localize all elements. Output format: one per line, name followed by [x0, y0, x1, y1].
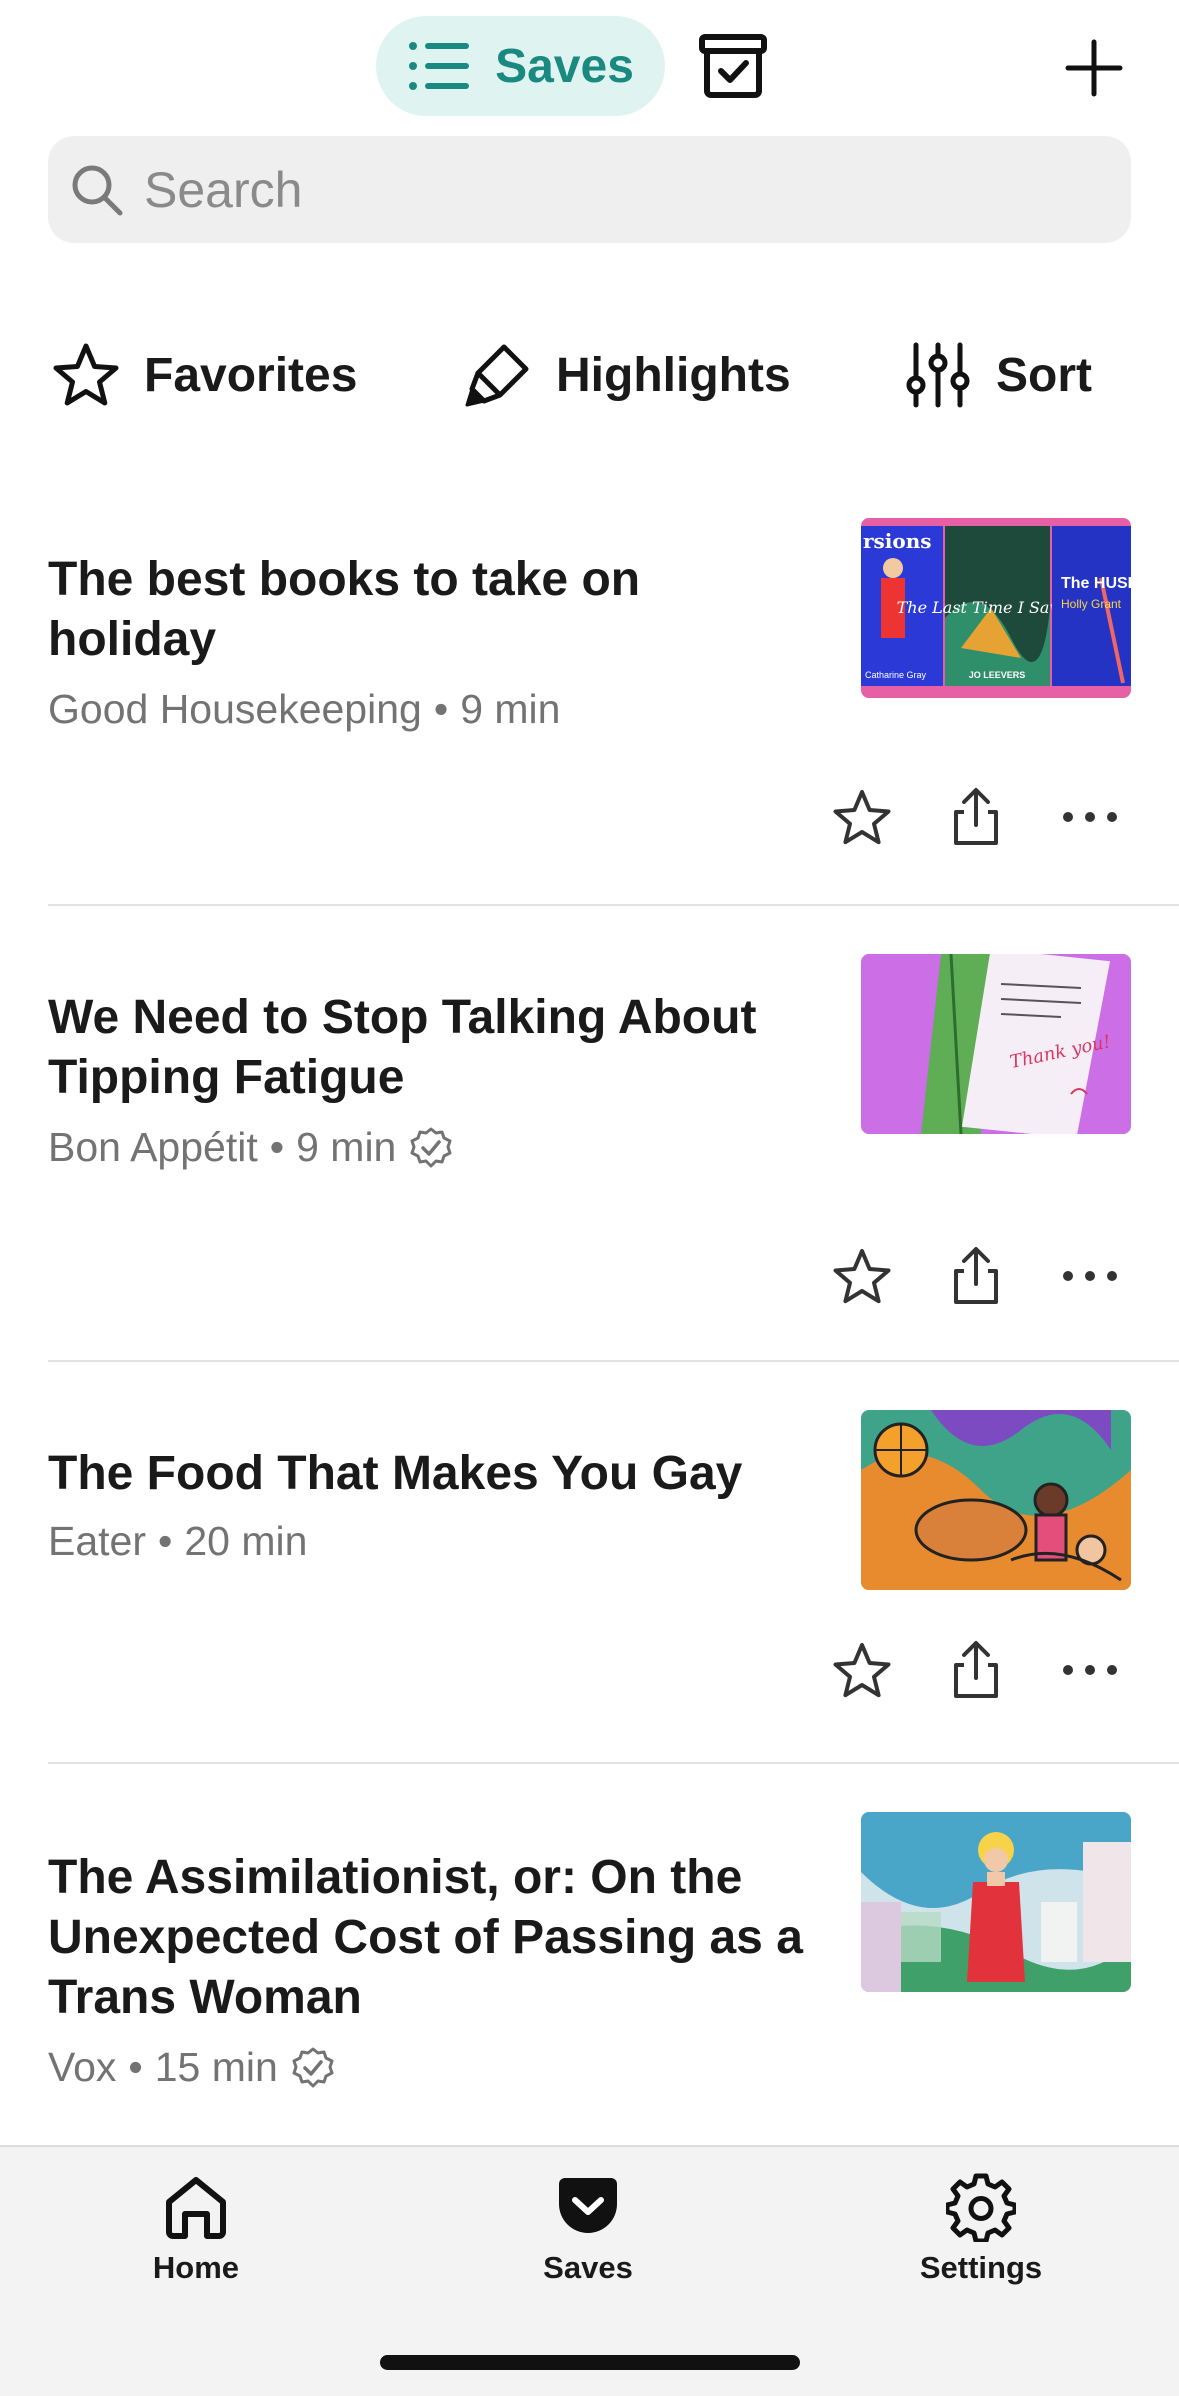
article-meta: Bon Appétit • 9 min — [48, 1124, 454, 1171]
article-title[interactable]: We Need to Stop Talking About Tipping Fa… — [48, 988, 808, 1108]
nav-settings[interactable]: Settings — [881, 2172, 1081, 2286]
favorites-filter[interactable]: Favorites — [52, 330, 357, 420]
nav-home-label: Home — [152, 2250, 240, 2285]
sliders-icon — [906, 342, 970, 408]
article-read-time: 20 min — [184, 1518, 308, 1564]
more-button[interactable] — [1058, 1638, 1122, 1702]
share-icon — [954, 788, 998, 845]
search-bar[interactable] — [48, 136, 1131, 243]
article-title[interactable]: The best books to take on holiday — [48, 550, 808, 670]
highlights-filter[interactable]: Highlights — [464, 330, 791, 420]
nav-home[interactable]: Home — [96, 2172, 296, 2286]
divider — [48, 904, 1179, 906]
star-icon — [833, 1643, 891, 1698]
search-icon — [72, 165, 123, 215]
article-meta: Good Housekeeping • 9 min — [48, 686, 560, 733]
meta-separator: • — [128, 2044, 143, 2090]
book-cover-text: The HUSBAN — [1061, 575, 1131, 592]
meta-separator: • — [158, 1518, 173, 1564]
book-cover-text: rsions — [863, 529, 932, 553]
book-author-text: JO LEEVERS — [969, 670, 1026, 680]
home-indicator — [380, 2355, 800, 2370]
share-icon — [954, 1641, 998, 1698]
star-icon — [833, 790, 891, 845]
favorite-button[interactable] — [830, 1244, 894, 1308]
star-icon — [833, 1249, 891, 1304]
more-icon — [1063, 1665, 1117, 1675]
more-button[interactable] — [1058, 1244, 1122, 1308]
article-read-time: 9 min — [460, 686, 561, 732]
highlights-label: Highlights — [556, 348, 791, 402]
divider — [48, 1360, 1179, 1362]
share-button[interactable] — [944, 785, 1008, 849]
article-source: Good Housekeeping — [48, 686, 422, 732]
more-icon — [1063, 812, 1117, 822]
more-button[interactable] — [1058, 785, 1122, 849]
list-icon — [409, 42, 470, 90]
article-actions — [830, 785, 1130, 855]
search-input[interactable] — [144, 160, 1044, 219]
divider — [48, 1762, 1179, 1764]
article-thumbnail: Thank you! — [861, 954, 1131, 1134]
article-actions — [830, 1638, 1130, 1708]
filter-bar: Favorites Highlights Sort — [0, 330, 1179, 420]
meta-separator: • — [433, 686, 449, 732]
saves-tab[interactable]: Saves — [376, 16, 665, 116]
article-source: Vox — [48, 2044, 117, 2090]
favorite-button[interactable] — [830, 1638, 894, 1702]
article-meta: Vox • 15 min — [48, 2044, 336, 2091]
verified-icon — [292, 2047, 334, 2087]
verified-icon — [410, 1127, 452, 1167]
archive-icon[interactable] — [698, 33, 768, 99]
book-author-text: Holly Grant — [1061, 597, 1122, 611]
gear-icon — [946, 2173, 1016, 2242]
add-icon[interactable] — [1064, 38, 1124, 98]
top-bar: Saves — [0, 0, 1179, 130]
star-icon — [53, 343, 119, 406]
meta-separator: • — [269, 1124, 285, 1170]
article-source: Bon Appétit — [48, 1124, 258, 1170]
share-button[interactable] — [944, 1638, 1008, 1702]
book-author-text: Catharine Gray — [865, 670, 927, 680]
nav-settings-label: Settings — [919, 2250, 1043, 2285]
article-source: Eater — [48, 1518, 146, 1564]
highlighter-icon — [465, 344, 529, 407]
article-read-time: 9 min — [296, 1124, 397, 1170]
share-button[interactable] — [944, 1244, 1008, 1308]
article-meta: Eater • 20 min — [48, 1518, 307, 1565]
sort-label: Sort — [996, 348, 1092, 402]
nav-saves-label: Saves — [543, 2250, 633, 2285]
favorites-label: Favorites — [144, 348, 358, 402]
article-thumbnail: rsions Catharine Gray The Last Time I Sa… — [861, 518, 1131, 698]
article-title[interactable]: The Food That Makes You Gay — [48, 1444, 808, 1504]
article-thumbnail — [861, 1812, 1131, 1992]
article-actions — [830, 1244, 1130, 1314]
article-thumbnail — [861, 1410, 1131, 1590]
share-icon — [954, 1247, 998, 1304]
more-icon — [1063, 1271, 1117, 1281]
sort-filter[interactable]: Sort — [904, 330, 1092, 420]
home-icon — [166, 2177, 226, 2239]
article-title[interactable]: The Assimilationist, or: On the Unexpect… — [48, 1848, 808, 2028]
article-read-time: 15 min — [154, 2044, 278, 2090]
pocket-icon — [559, 2178, 617, 2233]
saves-tab-label: Saves — [495, 39, 634, 93]
favorite-button[interactable] — [830, 785, 894, 849]
nav-saves[interactable]: Saves — [488, 2172, 688, 2286]
